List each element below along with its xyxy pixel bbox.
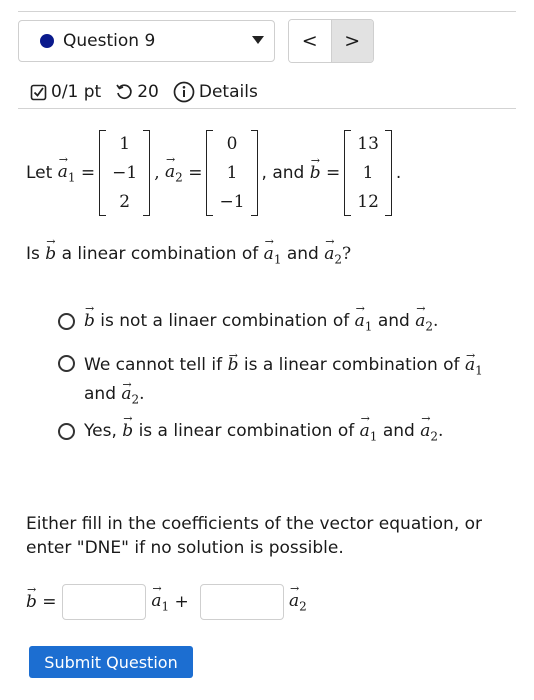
question-select[interactable]: Question 9 [18, 20, 275, 62]
matrix-b: 13 1 12 [344, 130, 392, 216]
matrix-entry: 12 [357, 192, 379, 212]
vector-a1: → a1 [57, 152, 76, 185]
comma: , [154, 163, 160, 183]
details-link[interactable]: Details [199, 82, 258, 102]
option-cannot-tell[interactable]: We cannot tell if → b is a linear combina… [58, 349, 508, 412]
dropdown-arrow-icon [252, 36, 264, 44]
coefficient-1-input[interactable] [61, 584, 146, 620]
plus-sign: + [174, 592, 189, 612]
top-divider [18, 11, 516, 12]
vector-a2-label: → a2 [289, 581, 307, 614]
and-text: , and [261, 163, 305, 183]
next-question-button[interactable]: > [330, 20, 373, 62]
question-select-label: Question 9 [63, 31, 156, 51]
meta-divider [18, 108, 516, 109]
instructions-text: Either fill in the coefficients of the v… [26, 514, 483, 558]
problem-statement: Let → a1 = 1 −1 2 , → a2 = 0 1 −1 , and → b… [26, 128, 401, 218]
matrix-entry: 2 [119, 192, 131, 212]
option-not-combination[interactable]: → b is not a linaer combination of → a1 an… [58, 302, 438, 333]
vector-b-label: → b [26, 583, 37, 612]
vector-equation: → b = → a1 + → a2 [26, 582, 307, 622]
matrix-entry: −1 [219, 192, 245, 212]
equals-sign: = [326, 163, 341, 183]
vector-a2: → a2 [165, 152, 183, 185]
matrix-a1: 1 −1 2 [99, 130, 151, 216]
matrix-entry: 0 [226, 134, 238, 154]
coefficient-2-input[interactable] [199, 584, 284, 620]
radio-button[interactable] [58, 423, 75, 440]
radio-button[interactable] [58, 355, 75, 372]
matrix-a2: 0 1 −1 [206, 130, 258, 216]
option-yes-combination[interactable]: Yes, → b is a linear combination of → a1 a… [58, 412, 443, 443]
question-meta: 0/1 pt 20 Details [30, 79, 258, 105]
equals-sign: = [42, 592, 57, 612]
question-nav: < > [288, 19, 374, 63]
equals-sign: = [188, 163, 203, 183]
matrix-entry: 1 [362, 163, 374, 183]
prev-question-button[interactable]: < [289, 20, 331, 62]
radio-button[interactable] [58, 313, 75, 330]
info-icon[interactable] [173, 81, 195, 103]
equals-sign: = [80, 163, 96, 183]
vector-b: → b [309, 154, 321, 183]
matrix-entry: 1 [226, 163, 238, 183]
matrix-entry: 1 [119, 134, 131, 154]
period: . [395, 163, 402, 183]
retry-icon [115, 83, 133, 101]
matrix-entry: −1 [112, 163, 138, 183]
matrix-entry: 13 [357, 134, 379, 154]
submit-question-button[interactable]: Submit Question [29, 646, 193, 678]
points-text: 0/1 pt [51, 82, 102, 102]
question-status-dot [40, 34, 54, 48]
vector-a1-label: → a1 [151, 581, 170, 614]
question-text: Is → b a linear combination of → a1 and → a… [26, 235, 352, 267]
checkbox-icon [30, 84, 47, 101]
attempts-count: 20 [137, 82, 159, 102]
let-text: Let [26, 163, 53, 183]
